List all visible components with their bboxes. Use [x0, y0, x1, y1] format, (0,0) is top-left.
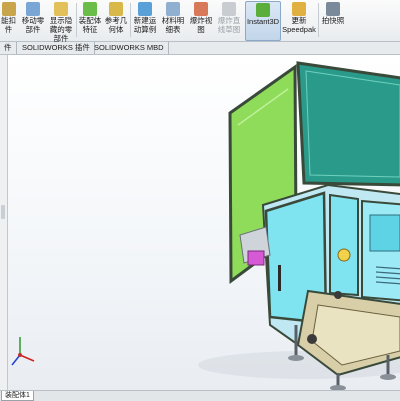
ribbon-label: 移动零 部件 [21, 16, 45, 34]
move-component-button[interactable]: 移动零 部件 [20, 1, 46, 39]
ribbon-label: 显示隐 藏的零 部件 [49, 16, 73, 43]
ribbon-label: 更新 Speedpak [282, 16, 316, 34]
graphics-viewport[interactable] [8, 55, 400, 390]
new-motion-study-button[interactable]: 新建运 动算例 [132, 1, 158, 39]
ribbon-label: 新建运 动算例 [133, 16, 157, 34]
bom-table-icon [166, 2, 180, 16]
ribbon-label: 能扣 件 [1, 16, 16, 34]
explode-line-sketch-icon [222, 2, 236, 16]
assembly-3d-model[interactable] [8, 55, 400, 390]
assembly-features-button[interactable]: 装配体 特征 [78, 1, 102, 39]
exploded-view-button[interactable]: 爆炸视 图 [188, 1, 214, 39]
indicator-light [337, 248, 351, 262]
ribbon-label: 爆炸直 线草图 [217, 16, 241, 34]
show-hidden-components-button[interactable]: 显示隐 藏的零 部件 [48, 1, 74, 43]
ribbon-separator [130, 3, 131, 37]
fastener-icon [1, 2, 16, 16]
command-manager-ribbon: 能扣 件 移动零 部件 显示隐 藏的零 部件 装配体 特征 参考几 何体 新建运… [0, 0, 400, 43]
side-panel-handle [278, 265, 281, 291]
instant3d-button[interactable]: Instant3D [245, 1, 281, 41]
panel-splitter-handle[interactable] [1, 205, 5, 219]
explode-line-sketch-button[interactable]: 爆炸直 线草图 [216, 1, 242, 39]
assembly-features-icon [83, 2, 97, 16]
command-manager-tabs: 件 SOLIDWORKS 插件 SOLIDWORKS MBD [0, 42, 400, 55]
instant3d-icon [256, 3, 270, 17]
ribbon-separator [318, 3, 319, 37]
view-orientation-triad [11, 337, 35, 366]
exploded-view-icon [194, 2, 208, 16]
ribbon-label: 装配体 特征 [78, 16, 102, 34]
magenta-component[interactable] [247, 250, 265, 266]
ribbon-label: 参考几 何体 [104, 16, 128, 34]
bill-of-materials-button[interactable]: 材料明 细表 [160, 1, 186, 39]
tab-assembly[interactable]: 件 [0, 42, 17, 54]
reference-geometry-button[interactable]: 参考几 何体 [104, 1, 128, 39]
show-hidden-icon [54, 2, 68, 16]
ribbon-label: 材料明 细表 [161, 16, 185, 34]
top-lid-teal-panel[interactable] [296, 61, 400, 187]
ribbon-label: Instant3D [246, 17, 280, 26]
ribbon-separator [76, 3, 77, 37]
status-bar: 装配体1 [0, 390, 400, 401]
tab-solidworks-addins[interactable]: SOLIDWORKS 插件 [18, 42, 95, 54]
take-snapshot-button[interactable]: 拍快照 [320, 1, 346, 39]
feature-manager-collapsed-panel[interactable] [0, 55, 8, 390]
ribbon-label: 拍快照 [321, 16, 345, 25]
motion-study-icon [138, 2, 152, 16]
tab-solidworks-mbd[interactable]: SOLIDWORKS MBD [90, 42, 169, 54]
camera-icon [326, 2, 340, 16]
hmi-screen [369, 214, 400, 252]
smart-fasteners-button[interactable]: 能扣 件 [0, 1, 17, 39]
front-left-panel[interactable] [329, 193, 359, 297]
ribbon-label: 爆炸视 图 [189, 16, 213, 34]
update-speedpak-button[interactable]: 更新 Speedpak [282, 1, 316, 39]
move-component-icon [26, 2, 40, 16]
reference-geometry-icon [109, 2, 123, 16]
speedpak-icon [292, 2, 306, 16]
